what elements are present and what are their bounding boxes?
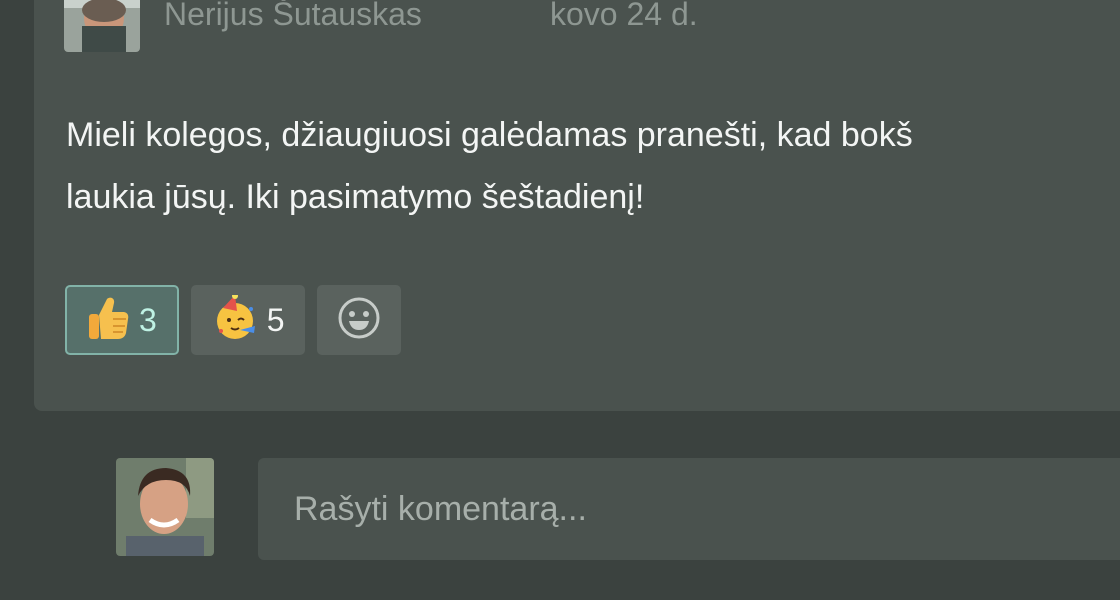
post-date: kovo 24 d. bbox=[550, 0, 698, 32]
thumbs-up-icon bbox=[87, 295, 131, 346]
author-avatar[interactable] bbox=[64, 0, 140, 52]
post-body: Mieli kolegos, džiaugiuosi galėdamas pra… bbox=[66, 104, 1120, 228]
post-body-line: Mieli kolegos, džiaugiuosi galėdamas pra… bbox=[66, 116, 913, 154]
post-body-line: laukia jūsų. Iki pasimatymo šeštadienį! bbox=[66, 178, 645, 216]
author-name[interactable]: Nerijus Šutauskas bbox=[164, 0, 422, 30]
add-reaction-button[interactable] bbox=[316, 285, 401, 355]
current-user-avatar[interactable] bbox=[116, 458, 214, 556]
current-user-photo bbox=[116, 458, 214, 556]
party-face-icon bbox=[213, 292, 259, 346]
author-photo bbox=[64, 0, 140, 52]
reaction-count: 3 bbox=[139, 301, 157, 338]
smiley-icon bbox=[337, 296, 381, 345]
reaction-party-button[interactable]: 5 bbox=[190, 285, 305, 355]
reaction-bar: 3 5 bbox=[65, 285, 401, 355]
reaction-thumbs-up-button[interactable]: 3 bbox=[65, 285, 179, 355]
reaction-count: 5 bbox=[266, 301, 285, 338]
comment-input[interactable] bbox=[258, 458, 1120, 560]
